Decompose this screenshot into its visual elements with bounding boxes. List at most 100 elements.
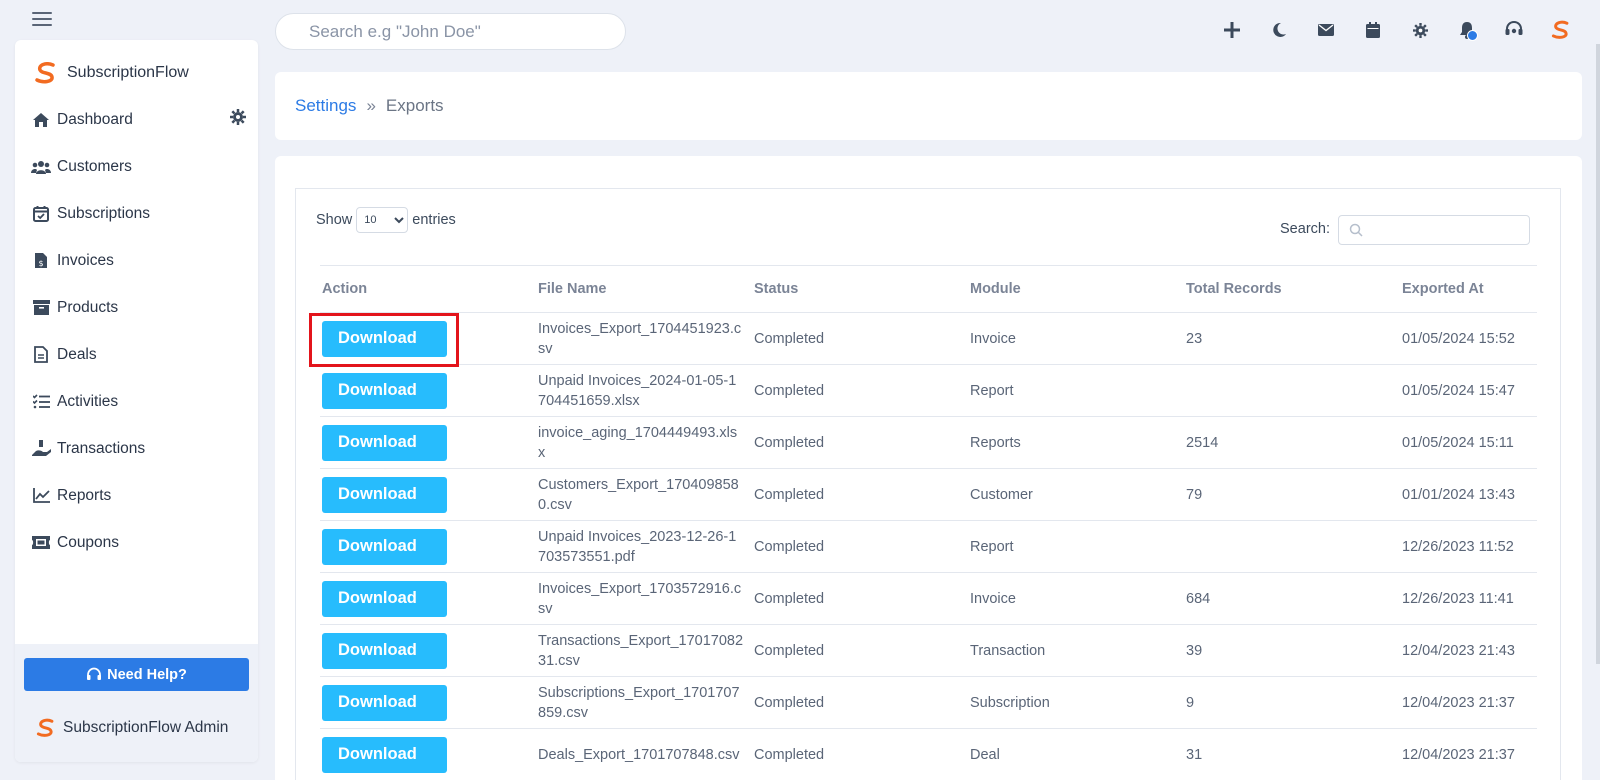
home-icon [31, 110, 51, 130]
table-row: Download Invoices_Export_1704451923.csv … [320, 312, 1537, 365]
sidebar-item-label: Dashboard [57, 110, 133, 128]
status-cell: Completed [752, 364, 968, 417]
moon-icon[interactable] [1268, 18, 1290, 42]
sidebar-item-reports[interactable]: Reports [31, 472, 246, 519]
gear-icon[interactable] [230, 109, 246, 130]
total-records-cell: 2514 [1184, 416, 1400, 469]
sidebar-item-activities[interactable]: Activities [31, 378, 246, 425]
sidebar-item-deals[interactable]: Deals [31, 331, 246, 378]
breadcrumb-current: Exports [385, 96, 444, 115]
tasks-icon [31, 392, 51, 412]
file-name-cell: Deals_Export_1701707848.csv [536, 728, 752, 780]
download-button[interactable]: Download [322, 320, 447, 357]
module-cell: Invoice [968, 572, 1184, 625]
headset-icon[interactable] [1503, 18, 1525, 42]
sidebar-item-label: Subscriptions [57, 204, 151, 222]
file-name-cell: Unpaid Invoices_2023-12-26-1703573551.pd… [536, 520, 752, 573]
sidebar-item-dashboard[interactable]: Dashboard [31, 96, 246, 143]
sidebar-item-label: Reports [57, 486, 112, 504]
exported-at-cell: 12/04/2023 21:37 [1400, 728, 1537, 780]
module-cell: Customer [968, 468, 1184, 521]
sidebar-item-label: Activities [57, 392, 119, 410]
logo-icon [36, 718, 54, 737]
status-cell: Completed [752, 312, 968, 365]
brand[interactable]: SubscriptionFlow [33, 62, 189, 84]
download-button[interactable]: Download [322, 424, 447, 461]
sidebar-item-label: Transactions [57, 439, 146, 457]
column-header-total-records[interactable]: Total Records [1184, 265, 1400, 313]
column-header-exported-at[interactable]: Exported At [1400, 265, 1537, 313]
breadcrumb-separator: » [366, 96, 376, 115]
sidebar-item-customers[interactable]: Customers [31, 143, 246, 190]
exported-at-cell: 01/05/2024 15:47 [1400, 364, 1537, 417]
sidebar-item-label: Deals [57, 345, 97, 363]
exported-at-cell: 12/04/2023 21:37 [1400, 676, 1537, 729]
module-cell: Reports [968, 416, 1184, 469]
sidebar-item-label: Invoices [57, 251, 114, 269]
table-search-input[interactable] [1338, 215, 1530, 245]
table-row: Download invoice_aging_1704449493.xlsx C… [320, 416, 1537, 469]
total-records-cell: 31 [1184, 728, 1400, 780]
need-help-label: Need Help? [107, 666, 187, 683]
exports-card: Show 10 entries Search: Action File Name… [275, 156, 1582, 780]
sidebar-item-coupons[interactable]: Coupons [31, 519, 246, 566]
need-help-button[interactable]: Need Help? [24, 658, 249, 691]
page-size-select[interactable]: 10 [356, 207, 409, 233]
sidebar: SubscriptionFlow Dashboard Customers Sub… [15, 40, 258, 762]
calendar-icon[interactable] [1362, 18, 1384, 42]
bell-icon[interactable] [1456, 18, 1478, 42]
table-row: Download Subscriptions_Export_1701707859… [320, 676, 1537, 729]
table-row: Download Customers_Export_1704098580.csv… [320, 468, 1537, 521]
logo-icon[interactable] [1550, 18, 1572, 42]
breadcrumb: Settings » Exports [275, 72, 1582, 140]
file-name-cell: Customers_Export_1704098580.csv [536, 468, 752, 521]
file-name-cell: Invoices_Export_1703572916.csv [536, 572, 752, 625]
headset-icon [87, 667, 102, 680]
download-button[interactable]: Download [322, 476, 447, 513]
global-search-input[interactable] [275, 13, 626, 50]
file-name-cell: Unpaid Invoices_2024-01-05-1704451659.xl… [536, 364, 752, 417]
mail-icon[interactable] [1315, 18, 1337, 42]
page-scrollbar[interactable] [1596, 44, 1600, 664]
table-row: Download Unpaid Invoices_2024-01-05-1704… [320, 364, 1537, 417]
top-toolbar [1221, 18, 1572, 42]
download-button[interactable]: Download [322, 632, 447, 669]
column-header-module[interactable]: Module [968, 265, 1184, 313]
column-header-file-name[interactable]: File Name [536, 265, 752, 313]
download-button[interactable]: Download [322, 736, 447, 773]
download-button[interactable]: Download [322, 528, 447, 565]
sidebar-item-subscriptions[interactable]: Subscriptions [31, 190, 246, 237]
sidebar-item-label: Products [57, 298, 119, 316]
settings-icon[interactable] [1409, 18, 1431, 42]
sidebar-item-invoices[interactable]: $ Invoices [31, 237, 246, 284]
show-label: Show [316, 212, 353, 228]
module-cell: Transaction [968, 624, 1184, 677]
column-header-status[interactable]: Status [752, 265, 968, 313]
sidebar-item-transactions[interactable]: Transactions [31, 425, 246, 472]
sidebar-nav: Dashboard Customers Subscriptions $ Invo… [31, 96, 246, 566]
sidebar-item-products[interactable]: Products [31, 284, 246, 331]
status-cell: Completed [752, 468, 968, 521]
status-cell: Completed [752, 520, 968, 573]
total-records-cell: 684 [1184, 572, 1400, 625]
hamburger-menu-icon[interactable] [32, 12, 52, 28]
module-cell: Report [968, 520, 1184, 573]
status-cell: Completed [752, 572, 968, 625]
column-header-action[interactable]: Action [320, 265, 536, 313]
total-records-cell: 9 [1184, 676, 1400, 729]
module-cell: Subscription [968, 676, 1184, 729]
admin-account[interactable]: SubscriptionFlow Admin [35, 718, 228, 738]
table-row: Download Transactions_Export_1701708231.… [320, 624, 1537, 677]
sidebar-footer: Need Help? SubscriptionFlow Admin [15, 644, 258, 762]
download-button[interactable]: Download [322, 372, 447, 409]
download-button[interactable]: Download [322, 684, 447, 721]
status-cell: Completed [752, 728, 968, 780]
line-chart-icon [31, 486, 51, 506]
download-button[interactable]: Download [322, 580, 447, 617]
plus-icon[interactable] [1221, 18, 1243, 42]
breadcrumb-settings-link[interactable]: Settings [295, 96, 356, 116]
entries-label: entries [412, 212, 456, 228]
table-row: Download Invoices_Export_1703572916.csv … [320, 572, 1537, 625]
exported-at-cell: 01/05/2024 15:52 [1400, 312, 1537, 365]
file-name-cell: Transactions_Export_1701708231.csv [536, 624, 752, 677]
